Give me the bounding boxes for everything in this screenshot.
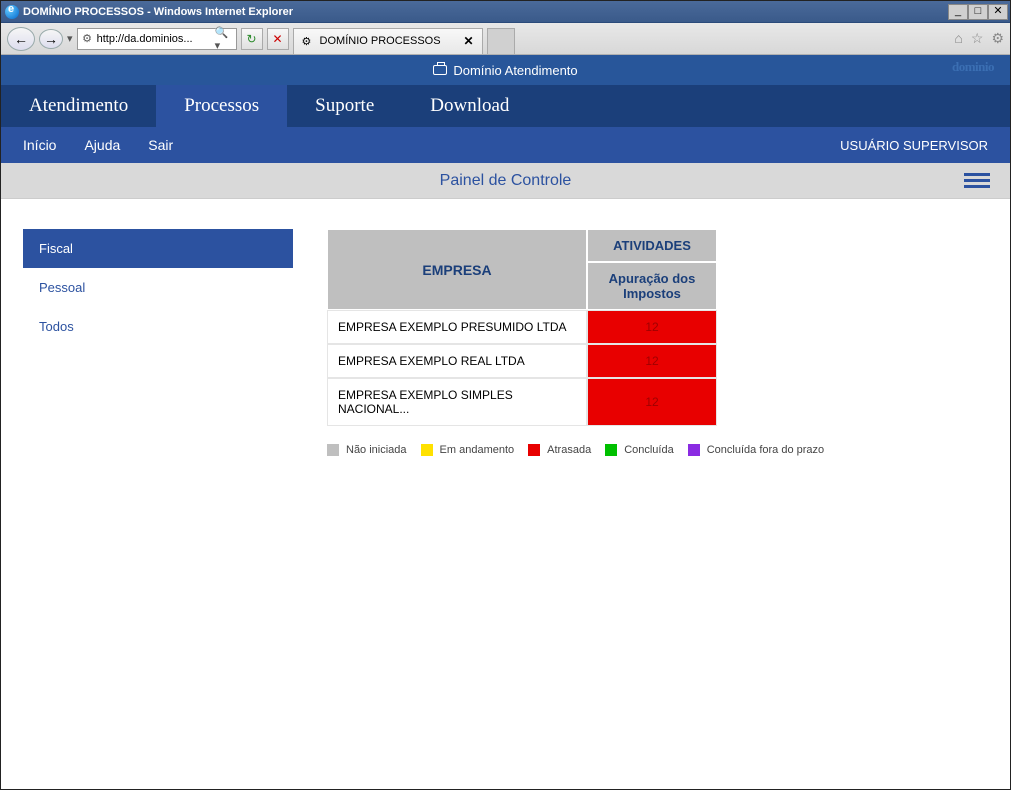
sub-nav: Início Ajuda Sair USUÁRIO SUPERVISOR xyxy=(1,127,1010,163)
tab-favicon: ⚙ xyxy=(302,35,314,47)
brand-logo: dominio xyxy=(952,59,994,75)
cell-company: EMPRESA EXEMPLO REAL LTDA xyxy=(327,344,587,378)
briefcase-icon xyxy=(433,65,447,75)
banner-title: Domínio Atendimento xyxy=(453,63,577,78)
close-button[interactable]: ✕ xyxy=(988,4,1008,20)
nav-suporte[interactable]: Suporte xyxy=(287,85,402,127)
table-row: EMPRESA EXEMPLO SIMPLES NACIONAL... 12 xyxy=(327,378,717,426)
subnav-ajuda[interactable]: Ajuda xyxy=(84,137,120,153)
legend-item: Concluída fora do prazo xyxy=(688,444,824,456)
new-tab-button[interactable] xyxy=(487,28,515,54)
legend-swatch xyxy=(327,444,339,456)
content-area: Fiscal Pessoal Todos EMPRESA ATIVIDADES … xyxy=(1,199,1010,456)
page-title-bar: Painel de Controle xyxy=(1,163,1010,199)
address-input[interactable] xyxy=(97,33,212,45)
legend-item: Em andamento xyxy=(421,444,515,456)
cell-company: EMPRESA EXEMPLO PRESUMIDO LTDA xyxy=(327,310,587,344)
tab-close-button[interactable]: ✕ xyxy=(463,34,473,48)
browser-toolbar: ← → ▾ ⚙ 🔍▾ ↻ ✕ ⚙ DOMÍNIO PROCESSOS ✕ ⌂ ☆… xyxy=(1,23,1010,55)
th-sub[interactable]: Apuração dos Impostos xyxy=(587,262,717,310)
site-icon: ⚙ xyxy=(81,32,94,46)
subnav-inicio[interactable]: Início xyxy=(23,137,56,153)
subnav-sair[interactable]: Sair xyxy=(148,137,173,153)
stop-button[interactable]: ✕ xyxy=(267,28,289,50)
window-titlebar: DOMÍNIO PROCESSOS - Windows Internet Exp… xyxy=(1,1,1010,23)
activities-table: EMPRESA ATIVIDADES Apuração dos Impostos… xyxy=(327,229,717,426)
table-row: EMPRESA EXEMPLO REAL LTDA 12 xyxy=(327,344,717,378)
th-company: EMPRESA xyxy=(327,229,587,310)
tab-title: DOMÍNIO PROCESSOS xyxy=(320,35,441,47)
legend: Não iniciada Em andamento Atrasada Concl… xyxy=(327,444,824,456)
forward-button[interactable]: → xyxy=(39,29,63,49)
cell-value[interactable]: 12 xyxy=(587,378,717,426)
table-area: EMPRESA ATIVIDADES Apuração dos Impostos… xyxy=(327,229,824,456)
side-panel: Fiscal Pessoal Todos xyxy=(23,229,293,456)
table-row: EMPRESA EXEMPLO PRESUMIDO LTDA 12 xyxy=(327,310,717,344)
th-activities: ATIVIDADES xyxy=(587,229,717,262)
cell-value[interactable]: 12 xyxy=(587,344,717,378)
window-title: DOMÍNIO PROCESSOS - Windows Internet Exp… xyxy=(23,6,293,18)
legend-label: Em andamento xyxy=(440,444,515,456)
chevron-down-icon[interactable]: ▾ xyxy=(67,32,73,45)
legend-swatch xyxy=(528,444,540,456)
favorites-icon[interactable]: ☆ xyxy=(971,30,984,47)
legend-item: Atrasada xyxy=(528,444,591,456)
nav-download[interactable]: Download xyxy=(402,85,537,127)
back-button[interactable]: ← xyxy=(7,27,35,51)
home-icon[interactable]: ⌂ xyxy=(954,30,962,47)
minimize-button[interactable]: _ xyxy=(948,4,968,20)
cell-value[interactable]: 12 xyxy=(587,310,717,344)
side-item-todos[interactable]: Todos xyxy=(23,307,293,346)
main-nav: Atendimento Processos Suporte Download xyxy=(1,85,1010,127)
legend-item: Não iniciada xyxy=(327,444,407,456)
ie-icon xyxy=(5,5,19,19)
search-dropdown-icon[interactable]: 🔍▾ xyxy=(215,26,233,52)
user-label: USUÁRIO SUPERVISOR xyxy=(840,138,988,153)
legend-label: Concluída fora do prazo xyxy=(707,444,824,456)
refresh-button[interactable]: ↻ xyxy=(241,28,263,50)
side-item-fiscal[interactable]: Fiscal xyxy=(23,229,293,268)
legend-item: Concluída xyxy=(605,444,674,456)
cell-company: EMPRESA EXEMPLO SIMPLES NACIONAL... xyxy=(327,378,587,426)
legend-label: Concluída xyxy=(624,444,674,456)
nav-processos[interactable]: Processos xyxy=(156,85,287,127)
page-title: Painel de Controle xyxy=(440,172,572,190)
legend-swatch xyxy=(421,444,433,456)
maximize-button[interactable]: □ xyxy=(968,4,988,20)
legend-swatch xyxy=(605,444,617,456)
side-item-pessoal[interactable]: Pessoal xyxy=(23,268,293,307)
browser-tab[interactable]: ⚙ DOMÍNIO PROCESSOS ✕ xyxy=(293,28,483,54)
nav-atendimento[interactable]: Atendimento xyxy=(1,85,156,127)
legend-label: Atrasada xyxy=(547,444,591,456)
tools-icon[interactable]: ⚙ xyxy=(991,30,1004,47)
app-banner: Domínio Atendimento dominio xyxy=(1,55,1010,85)
legend-swatch xyxy=(688,444,700,456)
address-bar[interactable]: ⚙ 🔍▾ xyxy=(77,28,237,50)
legend-label: Não iniciada xyxy=(346,444,407,456)
hamburger-menu-icon[interactable] xyxy=(964,173,990,188)
